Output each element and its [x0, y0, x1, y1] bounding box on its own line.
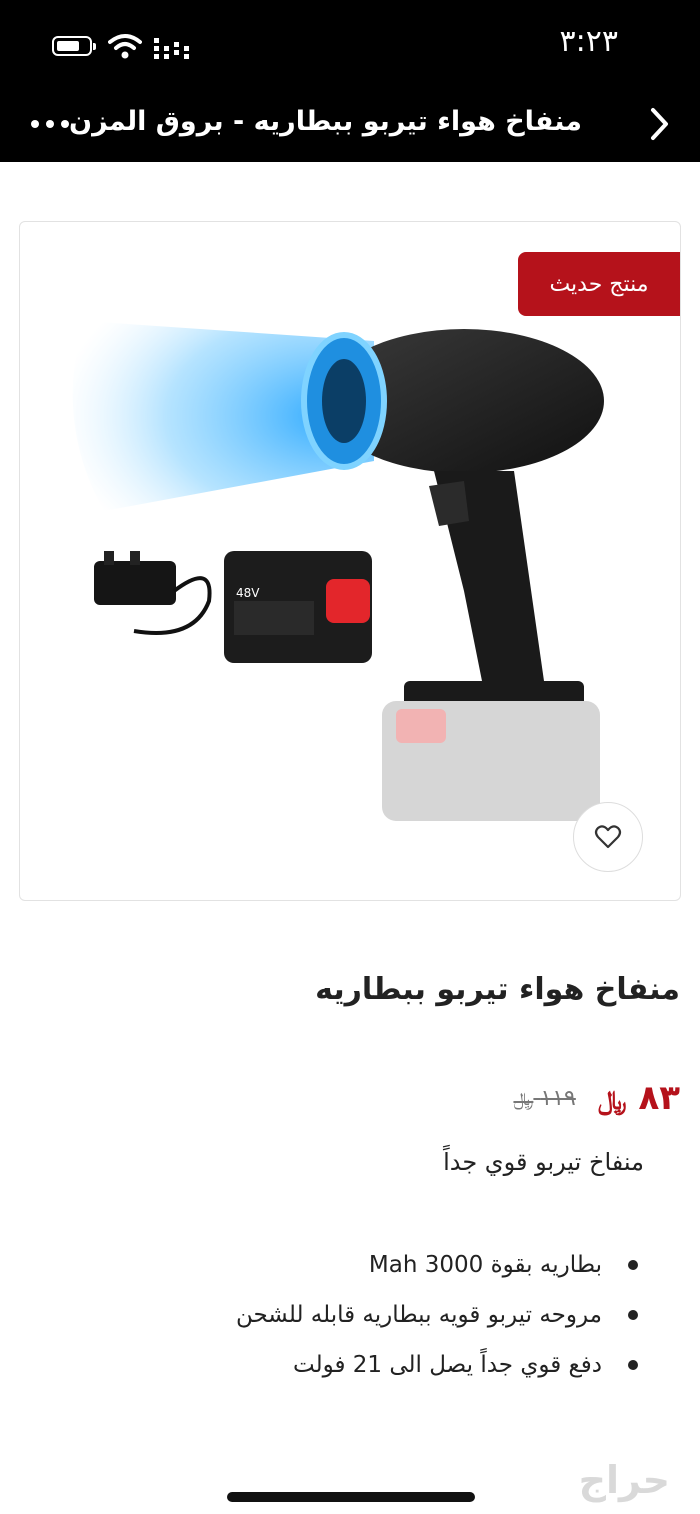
wifi-icon [108, 34, 142, 59]
favorite-button[interactable] [573, 802, 643, 872]
riyal-icon: ﷼ [513, 1088, 534, 1110]
more-icon[interactable] [30, 118, 70, 130]
home-indicator[interactable] [227, 1492, 475, 1502]
price-row: ٨٣ ﷼ ١١٩ ﷼ [513, 1078, 680, 1118]
price-original: ١١٩ ﷼ [513, 1085, 576, 1111]
haraj-watermark: حراج [578, 1458, 670, 1502]
top-bar: ٣:٢٣ منفاخ هواء تيربو ببطاريه - بروق الم… [0, 0, 700, 162]
product-description: منفاخ تيربو قوي جداً [443, 1148, 644, 1176]
product-title: منفاخ هواء تيربو ببطاريه [315, 972, 680, 1007]
status-time: ٣:٢٣ [559, 24, 618, 59]
price-current: ٨٣ ﷼ [597, 1078, 680, 1118]
feature-item: دفع قوي جداً يصل الى 21 فولت [236, 1342, 638, 1392]
feature-item: بطاريه بقوة 3000 Mah [236, 1242, 638, 1292]
back-chevron-icon[interactable] [644, 104, 674, 144]
feature-item: مروحه تيربو قويه ببطاريه قابله للشحن [236, 1292, 638, 1342]
battery-icon [52, 36, 96, 56]
page-title: منفاخ هواء تيربو ببطاريه - بروق المزن [69, 106, 582, 137]
riyal-icon: ﷼ [597, 1086, 627, 1116]
feature-list: بطاريه بقوة 3000 Mah مروحه تيربو قويه بب… [236, 1242, 638, 1392]
heart-icon [594, 825, 622, 849]
battery-voltage-label: 48V [236, 586, 260, 600]
new-product-badge: منتج حديث [518, 252, 680, 316]
product-photo[interactable]: 48V [44, 261, 654, 871]
signal-icon [154, 38, 189, 59]
